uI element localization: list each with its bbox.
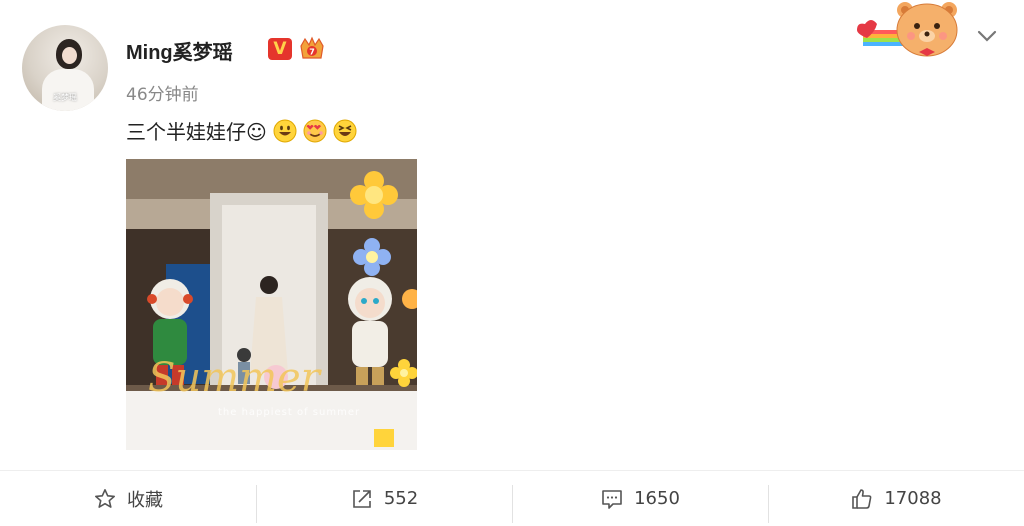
avatar-face: [62, 47, 77, 64]
image-overlay-title: Summer: [148, 355, 320, 401]
love-face-emoji-icon: [303, 119, 327, 142]
avatar-caption: 奚梦瑶: [53, 93, 77, 102]
star-icon: [95, 488, 115, 508]
thumbs-up-icon: [852, 488, 872, 509]
comment-button[interactable]: 1650: [512, 471, 768, 526]
post-image[interactable]: Summer the happiest of summer: [126, 159, 417, 450]
post-text-content: 三个半娃娃仔☺: [126, 120, 267, 144]
svg-text:7: 7: [309, 48, 315, 57]
image-overlay-subtitle: the happiest of summer: [218, 407, 361, 418]
grinning-emoji-icon: [273, 119, 297, 142]
favorite-button[interactable]: 收藏: [0, 471, 256, 526]
favorite-label: 收藏: [127, 489, 163, 511]
comment-count: 1650: [634, 488, 680, 509]
repost-count: 552: [383, 488, 419, 509]
laughing-emoji-icon: [333, 119, 357, 142]
member-crown-icon[interactable]: 7: [298, 36, 326, 62]
share-icon: [353, 489, 371, 508]
avatar-body: [42, 69, 94, 111]
repost-button[interactable]: 552: [256, 471, 512, 526]
verified-badge-icon[interactable]: V: [268, 38, 292, 60]
decoration-bear-icon: [857, 2, 958, 57]
post-text: 三个半娃娃仔☺: [126, 116, 357, 145]
like-count: 17088: [884, 488, 942, 509]
comment-icon: [602, 489, 622, 509]
author-name[interactable]: Ming奚梦瑶: [126, 36, 233, 65]
post-actions-bar: 收藏 552 1650 17088: [0, 470, 1024, 526]
author-avatar[interactable]: 奚梦瑶: [22, 25, 108, 111]
like-button[interactable]: 17088: [768, 471, 1024, 526]
post-time[interactable]: 46分钟前: [126, 80, 199, 105]
chevron-down-icon[interactable]: [975, 24, 999, 48]
